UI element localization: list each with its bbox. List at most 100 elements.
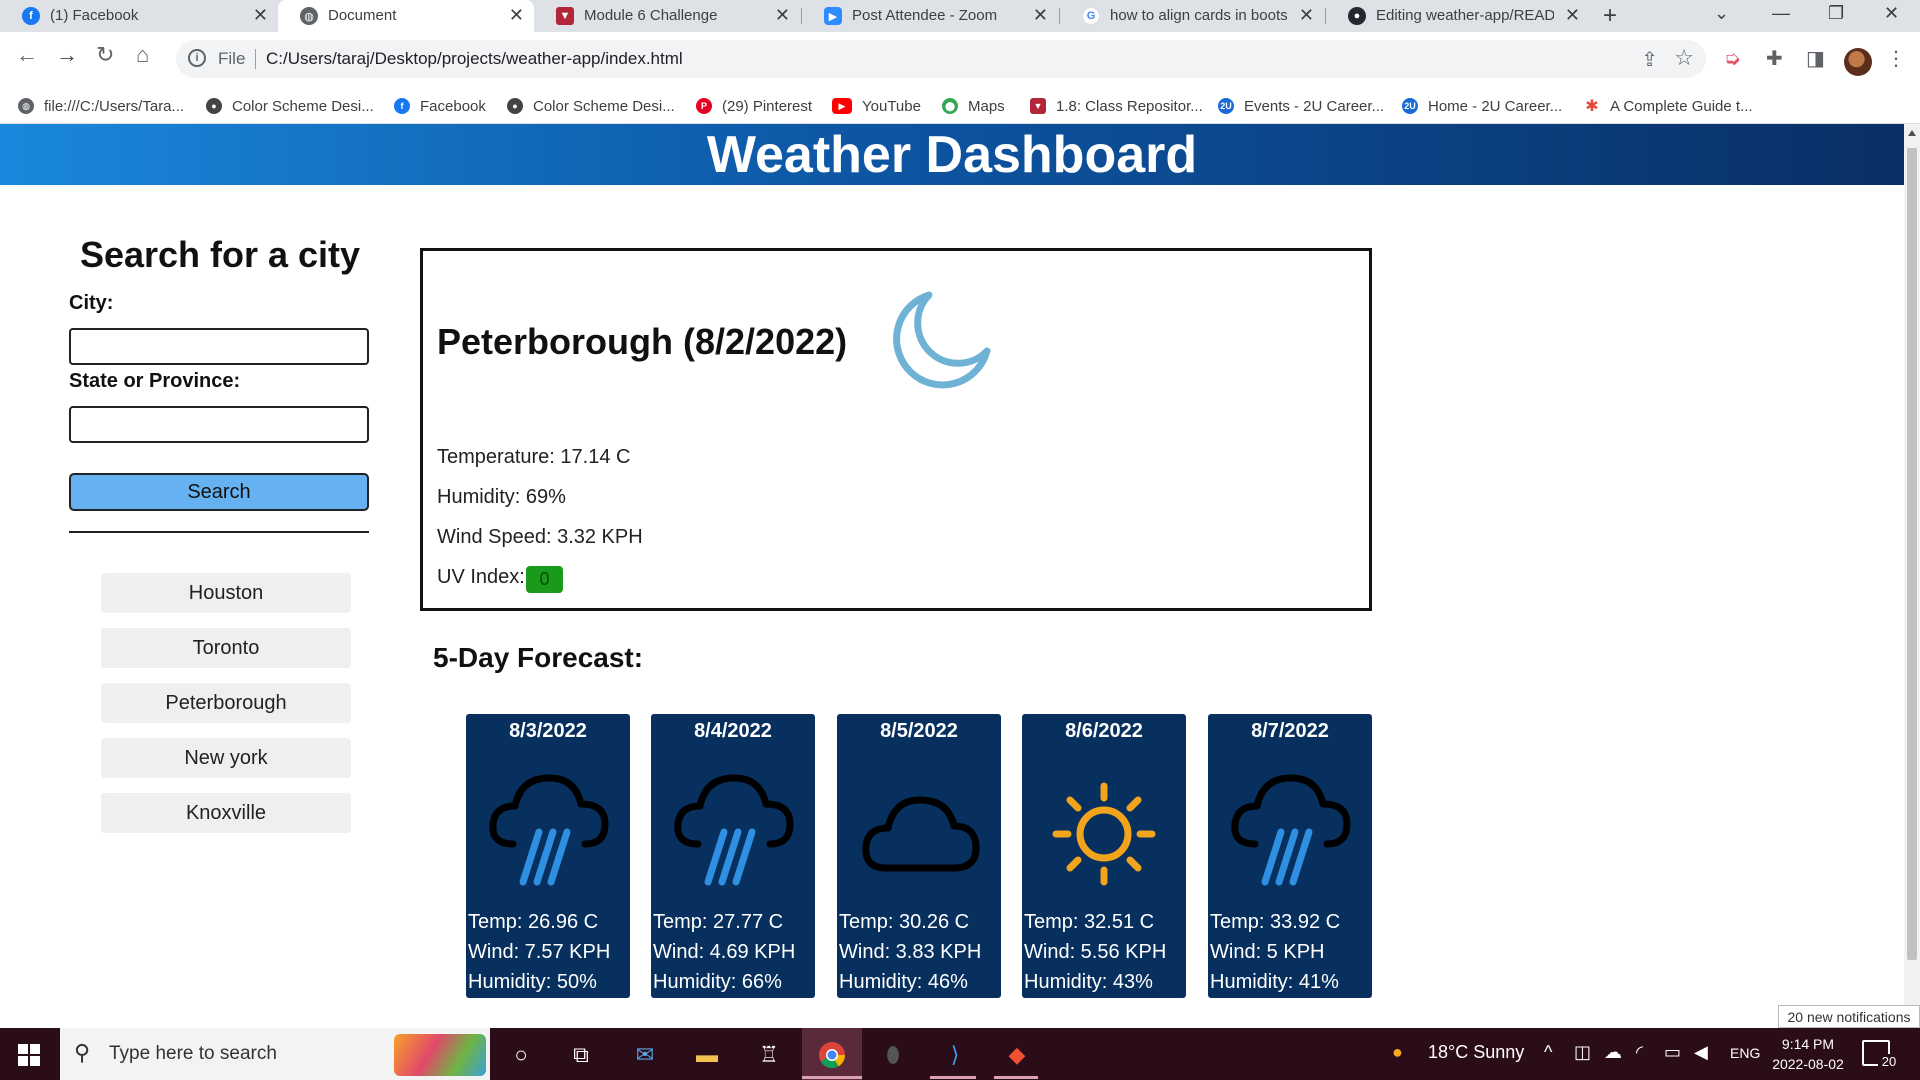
page-viewport: Weather Dashboard Search for a city City… <box>0 124 1904 1028</box>
language-indicator[interactable]: ENG <box>1730 1045 1760 1061</box>
tab-facebook[interactable]: f (1) Facebook ✕ <box>0 0 278 32</box>
search-icon: ⚲ <box>74 1040 91 1065</box>
scrollbar-thumb[interactable] <box>1907 148 1917 960</box>
bookmark-class-repository[interactable]: ▼ 1.8: Class Repositor... <box>1030 95 1203 117</box>
reload-icon[interactable]: ↻ <box>96 42 114 68</box>
wifi-icon[interactable]: ◜ <box>1636 1042 1643 1063</box>
forecast-temp: Temp: 33.92 C <box>1210 911 1341 933</box>
cortana-icon[interactable]: ○ <box>506 1040 536 1070</box>
tab-title: Module 6 Challenge <box>584 7 718 24</box>
home-icon[interactable]: ⌂ <box>136 42 149 68</box>
taskbar-clock[interactable]: 9:14 PM 2022-08-02 <box>1770 1034 1846 1074</box>
history-button-new-york[interactable]: New york <box>101 738 351 778</box>
app-icon[interactable]: ♖ <box>754 1040 784 1070</box>
close-window-icon[interactable]: ✕ <box>1884 3 1899 24</box>
bookmark-maps[interactable]: ⬤ Maps <box>942 95 1005 117</box>
mail-icon[interactable]: ✉ <box>630 1040 660 1070</box>
zoom-icon: ▶ <box>824 7 842 25</box>
chrome-icon[interactable] <box>817 1040 847 1070</box>
state-input[interactable] <box>69 406 369 443</box>
meet-icon[interactable]: ◫ <box>1574 1042 1591 1063</box>
tab-module-6-challenge[interactable]: ▼ Module 6 Challenge ✕ <box>534 0 800 32</box>
current-weather-card: Peterborough (8/2/2022) Temperature: 17.… <box>420 248 1372 611</box>
history-button-toronto[interactable]: Toronto <box>101 628 351 668</box>
forecast-temp: Temp: 30.26 C <box>839 911 970 933</box>
globe-icon: ◍ <box>18 98 34 114</box>
tab-search-icon[interactable]: ⌄ <box>1714 3 1729 24</box>
bookmark-label: Color Scheme Desi... <box>232 97 374 115</box>
sun-icon <box>1052 782 1156 886</box>
history-button-knoxville[interactable]: Knoxville <box>101 793 351 833</box>
windows-start-icon[interactable] <box>18 1044 40 1066</box>
forward-icon[interactable]: → <box>56 42 78 68</box>
battery-icon[interactable]: ▭ <box>1664 1042 1681 1063</box>
forecast-date: 8/6/2022 <box>1065 720 1143 742</box>
address-bar[interactable]: i File C:/Users/taraj/Desktop/projects/w… <box>176 40 1706 78</box>
puzzle-icon[interactable]: ✚ <box>1766 46 1783 71</box>
bookmark-complete-guide[interactable]: ✱ A Complete Guide t... <box>1584 95 1752 117</box>
task-view-icon[interactable]: ⧉ <box>566 1040 596 1070</box>
tab-google-search[interactable]: G how to align cards in boots ✕ <box>1060 0 1324 32</box>
address-url[interactable]: C:/Users/taraj/Desktop/projects/weather-… <box>266 49 683 69</box>
restore-icon[interactable]: ❐ <box>1828 3 1844 24</box>
new-tab-icon[interactable]: + <box>1603 2 1617 30</box>
bookmark-file[interactable]: ◍ file:///C:/Users/Tara... <box>18 95 184 117</box>
bookmark-label: (29) Pinterest <box>722 97 813 115</box>
bookmark-color-scheme[interactable]: ● Color Scheme Desi... <box>206 95 374 117</box>
onedrive-icon[interactable]: ☁ <box>1604 1042 1622 1063</box>
history-button-houston[interactable]: Houston <box>101 573 351 613</box>
git-icon[interactable]: ◆ <box>1002 1040 1032 1070</box>
close-icon[interactable]: ✕ <box>1565 5 1580 26</box>
close-icon[interactable]: ✕ <box>509 5 524 26</box>
tray-chevron-icon[interactable]: ^ <box>1544 1042 1552 1063</box>
menu-icon[interactable]: ⋮ <box>1886 46 1906 71</box>
tab-title: Editing weather-app/READ <box>1376 7 1554 24</box>
bookmark-facebook[interactable]: f Facebook <box>394 95 486 117</box>
current-uv-label: UV Index: <box>437 566 525 588</box>
info-icon[interactable]: i <box>188 49 206 67</box>
tab-github[interactable]: ● Editing weather-app/READ ✕ <box>1326 0 1590 32</box>
taskbar-search-box[interactable]: ⚲ Type here to search <box>60 1028 490 1080</box>
close-icon[interactable]: ✕ <box>253 5 268 26</box>
notification-toast[interactable]: 20 new notifications <box>1778 1005 1920 1028</box>
forecast-wind: Wind: 7.57 KPH <box>468 941 611 963</box>
city-input[interactable] <box>69 328 369 365</box>
bookmark-star-icon[interactable]: ☆ <box>1674 45 1694 71</box>
2u-icon: 2U <box>1218 98 1234 114</box>
back-icon[interactable]: ← <box>16 42 38 68</box>
share-icon[interactable]: ⇪ <box>1641 47 1658 72</box>
scroll-up-icon[interactable] <box>1908 130 1916 136</box>
bookmark-pinterest[interactable]: P (29) Pinterest <box>696 95 812 117</box>
forecast-date: 8/5/2022 <box>880 720 958 742</box>
extension-icon[interactable]: ➭ <box>1724 46 1741 71</box>
minimize-icon[interactable]: — <box>1772 3 1790 24</box>
rain-icon <box>489 774 609 886</box>
volume-icon[interactable]: ◀ <box>1694 1042 1708 1063</box>
file-explorer-icon[interactable]: ▬ <box>692 1040 722 1070</box>
bookmark-2u-events[interactable]: 2U Events - 2U Career... <box>1218 95 1384 117</box>
obs-icon[interactable]: ⬮ <box>878 1040 908 1070</box>
side-panel-icon[interactable]: ◨ <box>1806 46 1825 71</box>
vscode-icon[interactable]: ⟩ <box>940 1040 970 1070</box>
taskbar-search-placeholder: Type here to search <box>109 1043 277 1064</box>
avatar[interactable] <box>1844 48 1872 76</box>
bookmark-label: YouTube <box>862 97 921 115</box>
taskbar-weather[interactable]: 18°C Sunny <box>1428 1042 1524 1063</box>
browser-toolbar: ← → ↻ ⌂ i File C:/Users/taraj/Desktop/pr… <box>0 32 1920 88</box>
forecast-temp: Temp: 32.51 C <box>1024 911 1155 933</box>
tab-zoom[interactable]: ▶ Post Attendee - Zoom ✕ <box>802 0 1058 32</box>
close-icon[interactable]: ✕ <box>775 5 790 26</box>
history-button-peterborough[interactable]: Peterborough <box>101 683 351 723</box>
close-icon[interactable]: ✕ <box>1299 5 1314 26</box>
bookmark-youtube[interactable]: ▶ YouTube <box>832 95 921 117</box>
forecast-humidity: Humidity: 43% <box>1024 971 1153 993</box>
tab-document[interactable]: ◍ Document ✕ <box>278 0 534 32</box>
close-icon[interactable]: ✕ <box>1033 5 1048 26</box>
page-scrollbar[interactable] <box>1904 124 1920 1028</box>
forecast-humidity: Humidity: 50% <box>468 971 597 993</box>
tab-title: Post Attendee - Zoom <box>852 7 998 24</box>
bookmark-2u-home[interactable]: 2U Home - 2U Career... <box>1402 95 1562 117</box>
search-button[interactable]: Search <box>69 473 369 511</box>
bookmark-color-scheme-2[interactable]: ● Color Scheme Desi... <box>507 95 675 117</box>
bootcamp-icon: ▼ <box>556 7 574 25</box>
